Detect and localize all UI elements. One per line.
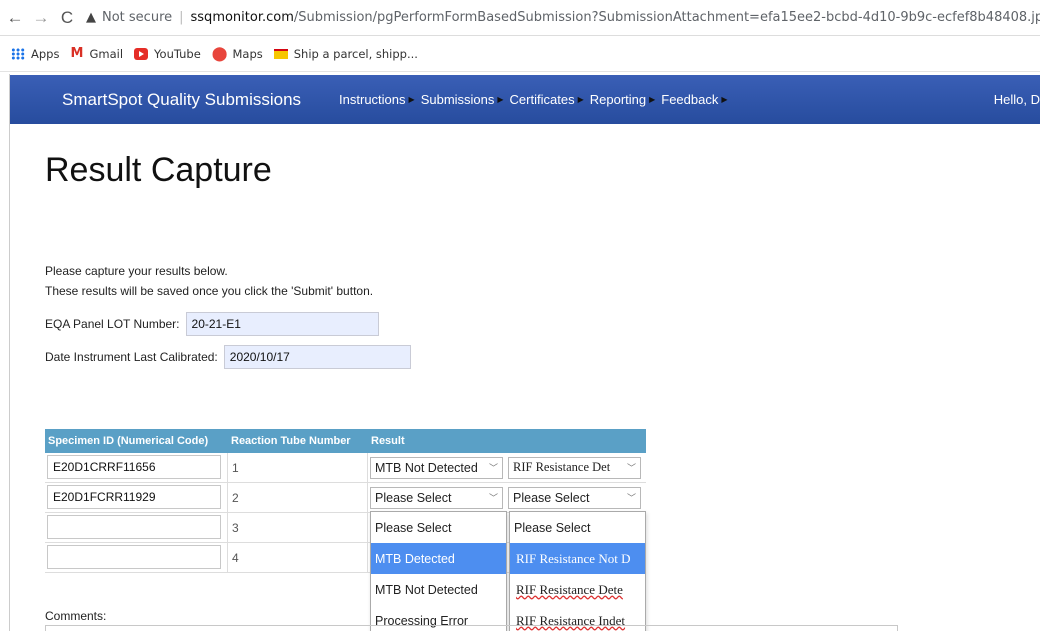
menu-submissions[interactable]: Submissions ▶: [421, 92, 504, 107]
header-specimen-id: Specimen ID (Numerical Code): [48, 435, 209, 447]
result-select[interactable]: MTB Not Detected ﹀: [370, 456, 503, 479]
menu-certificates[interactable]: Certificates ▶: [510, 92, 584, 107]
instruction-line-1: Please capture your results below.: [45, 264, 228, 278]
main-menu: Instructions ▶ Submissions ▶ Certificates ▶…: [339, 92, 733, 107]
browser-toolbar: ← → C ▲ Not secure | ssqmonitor.com/Subm…: [0, 0, 1040, 36]
dropdown-option[interactable]: Please Select: [371, 512, 506, 543]
dropdown-option[interactable]: RIF Resistance Dete: [510, 574, 645, 605]
rif-dropdown-list: Please Select RIF Resistance Not D RIF R…: [509, 511, 646, 631]
table-header: Specimen ID (Numerical Code) Reaction Tu…: [45, 429, 646, 453]
warning-icon: ▲: [86, 9, 96, 25]
bookmark-label: Maps: [232, 46, 263, 61]
caret-right-icon: ▶: [721, 95, 728, 104]
user-greeting[interactable]: Hello, D: [994, 92, 1040, 107]
back-arrow-icon[interactable]: ←: [4, 7, 26, 29]
bookmark-label: Apps: [31, 46, 60, 61]
chevron-down-icon: ﹀: [488, 492, 498, 503]
lot-number-label: EQA Panel LOT Number:: [45, 317, 180, 331]
dhl-icon: [273, 48, 288, 59]
rif-select[interactable]: Please Select ﹀: [508, 486, 641, 509]
menu-feedback[interactable]: Feedback ▶: [661, 92, 727, 107]
caret-right-icon: ▶: [577, 95, 584, 104]
comments-textarea[interactable]: [45, 625, 898, 631]
specimen-id-input[interactable]: [47, 514, 221, 539]
bookmark-label: Ship a parcel, shipp...: [293, 46, 418, 61]
result-select[interactable]: Please Select ﹀: [370, 486, 503, 509]
caret-right-icon: ▶: [408, 95, 415, 104]
dropdown-option[interactable]: MTB Not Detected: [371, 574, 506, 605]
calibration-date-input[interactable]: [223, 345, 411, 369]
not-secure-label: Not secure: [102, 10, 173, 25]
specimen-id-input[interactable]: [47, 544, 221, 569]
map-pin-icon: ⬤: [211, 45, 228, 62]
dropdown-option-highlighted[interactable]: MTB Detected: [371, 543, 506, 574]
chevron-down-icon: ﹀: [626, 462, 636, 473]
specimen-id-input[interactable]: [47, 454, 221, 479]
result-dropdown-list: Please Select MTB Detected MTB Not Detec…: [370, 511, 507, 631]
table-row: 2 Please Select ﹀ Please Select ﹀: [45, 482, 646, 513]
url-host: ssqmonitor.com: [190, 10, 294, 25]
select-value: RIF Resistance Det: [513, 460, 611, 474]
bookmark-youtube[interactable]: YouTube: [134, 47, 201, 61]
header-tube-number: Reaction Tube Number: [231, 435, 351, 447]
url-path: /Submission/pgPerformFormBasedSubmission…: [293, 10, 1040, 25]
url-separator: |: [179, 10, 184, 25]
bookmark-apps[interactable]: Apps: [11, 47, 59, 61]
bookmark-label: Gmail: [89, 46, 124, 61]
bookmark-dhl[interactable]: Ship a parcel, shipp...: [273, 46, 418, 61]
address-bar[interactable]: ▲ Not secure | ssqmonitor.com/Submission…: [86, 5, 1040, 31]
menu-label: Submissions: [420, 92, 495, 107]
calibration-date-label: Date Instrument Last Calibrated:: [45, 350, 218, 364]
forward-arrow-icon[interactable]: →: [30, 7, 52, 29]
chevron-down-icon: ﹀: [626, 492, 636, 503]
comments-label: Comments:: [45, 609, 107, 623]
bookmarks-bar: Apps M Gmail YouTube ⬤ Maps Ship a parcel,…: [0, 36, 1040, 72]
bookmark-gmail[interactable]: M Gmail: [70, 46, 123, 61]
lot-number-input[interactable]: [185, 312, 379, 336]
apps-grid-icon: [11, 47, 25, 60]
tube-number: 3: [228, 512, 368, 543]
gmail-icon: M: [70, 46, 84, 61]
caret-right-icon: ▶: [497, 95, 504, 104]
menu-label: Certificates: [509, 92, 575, 107]
youtube-icon: [134, 47, 149, 60]
reload-icon[interactable]: C: [56, 7, 78, 29]
page-border: [9, 74, 10, 631]
table-row: 1 MTB Not Detected ﹀ RIF Resistance Det ﹀: [45, 452, 646, 483]
lot-number-row: EQA Panel LOT Number:: [45, 312, 379, 336]
select-value: MTB Not Detected: [375, 460, 478, 475]
dropdown-option-highlighted[interactable]: RIF Resistance Not D: [510, 543, 645, 574]
option-text: RIF Resistance Dete: [516, 581, 623, 597]
caret-right-icon: ▶: [649, 95, 656, 104]
menu-reporting[interactable]: Reporting ▶: [590, 92, 656, 107]
menu-instructions[interactable]: Instructions ▶: [339, 92, 415, 107]
calibration-date-row: Date Instrument Last Calibrated:: [45, 345, 411, 369]
bookmark-label: YouTube: [154, 46, 201, 61]
chevron-down-icon: ﹀: [488, 462, 498, 473]
tube-number: 4: [228, 542, 368, 573]
page-title: Result Capture: [45, 151, 272, 189]
menu-label: Instructions: [339, 92, 406, 107]
tube-number: 2: [228, 482, 368, 513]
select-value: Please Select: [513, 490, 590, 505]
menu-label: Reporting: [589, 92, 647, 107]
select-value: Please Select: [375, 490, 452, 505]
dropdown-option[interactable]: Please Select: [510, 512, 645, 543]
site-title[interactable]: SmartSpot Quality Submissions: [62, 90, 301, 110]
tube-number: 1: [228, 452, 368, 483]
bookmark-maps[interactable]: ⬤ Maps: [212, 46, 263, 62]
site-navbar: SmartSpot Quality Submissions Instructio…: [10, 75, 1040, 124]
menu-label: Feedback: [661, 92, 719, 107]
instruction-line-2: These results will be saved once you cli…: [45, 284, 374, 298]
specimen-id-input[interactable]: [47, 484, 221, 509]
header-result: Result: [371, 435, 405, 447]
rif-select[interactable]: RIF Resistance Det ﹀: [508, 456, 641, 479]
